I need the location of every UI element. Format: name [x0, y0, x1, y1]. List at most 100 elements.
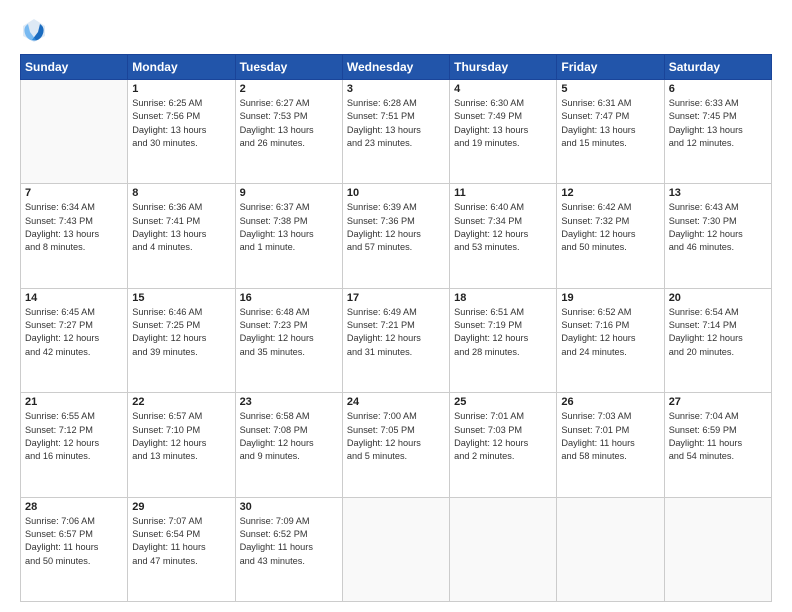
day-cell: 29 Sunrise: 7:07 AM Sunset: 6:54 PM Dayli…: [128, 497, 235, 601]
day-cell: 11 Sunrise: 6:40 AM Sunset: 7:34 PM Dayli…: [450, 184, 557, 288]
day-number: 5: [561, 83, 659, 95]
day-number: 22: [132, 396, 230, 408]
day-info: Sunrise: 6:49 AM Sunset: 7:21 PM Dayligh…: [347, 306, 445, 359]
day-number: 3: [347, 83, 445, 95]
day-cell: 16Sunrise: 6:48 AM Sunset: 7:23 PM Dayli…: [235, 288, 342, 392]
day-number: 28: [25, 501, 123, 513]
day-info: Sunrise: 7:07 AM Sunset: 6:54 PM Dayligh…: [132, 515, 230, 568]
col-header-friday: Friday: [557, 55, 664, 80]
day-number: 27: [669, 396, 767, 408]
day-cell: 17 Sunrise: 6:49 AM Sunset: 7:21 PM Dayli…: [342, 288, 449, 392]
day-info: Sunrise: 6:43 AM Sunset: 7:30 PM Dayligh…: [669, 201, 767, 254]
day-cell: 5Sunrise: 6:31 AM Sunset: 7:47 PM Daylig…: [557, 80, 664, 184]
day-info: Sunrise: 6:37 AM Sunset: 7:38 PM Dayligh…: [240, 201, 338, 254]
day-cell: 8Sunrise: 6:36 AM Sunset: 7:41 PM Daylig…: [128, 184, 235, 288]
day-cell: [664, 497, 771, 601]
day-info: Sunrise: 7:04 AM Sunset: 6:59 PM Dayligh…: [669, 410, 767, 463]
day-info: Sunrise: 6:40 AM Sunset: 7:34 PM Dayligh…: [454, 201, 552, 254]
day-cell: 1 Sunrise: 6:25 AM Sunset: 7:56 PM Daylig…: [128, 80, 235, 184]
day-cell: 25 Sunrise: 7:01 AM Sunset: 7:03 PM Dayli…: [450, 393, 557, 497]
day-cell: 18 Sunrise: 6:51 AM Sunset: 7:19 PM Dayli…: [450, 288, 557, 392]
calendar-table: SundayMondayTuesdayWednesdayThursdayFrid…: [20, 54, 772, 602]
day-info: Sunrise: 6:27 AM Sunset: 7:53 PM Dayligh…: [240, 97, 338, 150]
day-number: 4: [454, 83, 552, 95]
day-info: Sunrise: 6:57 AM Sunset: 7:10 PM Dayligh…: [132, 410, 230, 463]
column-headers: SundayMondayTuesdayWednesdayThursdayFrid…: [21, 55, 772, 80]
day-cell: 26 Sunrise: 7:03 AM Sunset: 7:01 PM Dayli…: [557, 393, 664, 497]
day-info: Sunrise: 6:46 AM Sunset: 7:25 PM Dayligh…: [132, 306, 230, 359]
col-header-saturday: Saturday: [664, 55, 771, 80]
day-info: Sunrise: 7:03 AM Sunset: 7:01 PM Dayligh…: [561, 410, 659, 463]
day-info: Sunrise: 6:54 AM Sunset: 7:14 PM Dayligh…: [669, 306, 767, 359]
day-number: 18: [454, 292, 552, 304]
day-number: 19: [561, 292, 659, 304]
day-number: 6: [669, 83, 767, 95]
day-info: Sunrise: 6:42 AM Sunset: 7:32 PM Dayligh…: [561, 201, 659, 254]
day-cell: 3 Sunrise: 6:28 AM Sunset: 7:51 PM Daylig…: [342, 80, 449, 184]
col-header-tuesday: Tuesday: [235, 55, 342, 80]
day-number: 26: [561, 396, 659, 408]
day-cell: 23 Sunrise: 6:58 AM Sunset: 7:08 PM Dayli…: [235, 393, 342, 497]
day-cell: [342, 497, 449, 601]
day-info: Sunrise: 7:01 AM Sunset: 7:03 PM Dayligh…: [454, 410, 552, 463]
day-cell: 20 Sunrise: 6:54 AM Sunset: 7:14 PM Dayli…: [664, 288, 771, 392]
day-cell: 4 Sunrise: 6:30 AM Sunset: 7:49 PM Daylig…: [450, 80, 557, 184]
day-info: Sunrise: 6:52 AM Sunset: 7:16 PM Dayligh…: [561, 306, 659, 359]
day-number: 14: [25, 292, 123, 304]
day-info: Sunrise: 6:30 AM Sunset: 7:49 PM Dayligh…: [454, 97, 552, 150]
day-number: 11: [454, 187, 552, 199]
day-cell: 22 Sunrise: 6:57 AM Sunset: 7:10 PM Dayli…: [128, 393, 235, 497]
day-number: 10: [347, 187, 445, 199]
day-number: 29: [132, 501, 230, 513]
day-cell: 19 Sunrise: 6:52 AM Sunset: 7:16 PM Dayli…: [557, 288, 664, 392]
day-number: 25: [454, 396, 552, 408]
week-row-2: 7 Sunrise: 6:34 AM Sunset: 7:43 PM Daylig…: [21, 184, 772, 288]
day-number: 20: [669, 292, 767, 304]
day-number: 30: [240, 501, 338, 513]
header: [20, 16, 772, 44]
col-header-monday: Monday: [128, 55, 235, 80]
week-row-5: 28 Sunrise: 7:06 AM Sunset: 6:57 PM Dayli…: [21, 497, 772, 601]
day-cell: 9 Sunrise: 6:37 AM Sunset: 7:38 PM Daylig…: [235, 184, 342, 288]
week-row-3: 14 Sunrise: 6:45 AM Sunset: 7:27 PM Dayli…: [21, 288, 772, 392]
day-cell: 2 Sunrise: 6:27 AM Sunset: 7:53 PM Daylig…: [235, 80, 342, 184]
day-info: Sunrise: 7:00 AM Sunset: 7:05 PM Dayligh…: [347, 410, 445, 463]
day-cell: 14 Sunrise: 6:45 AM Sunset: 7:27 PM Dayli…: [21, 288, 128, 392]
week-row-1: 1 Sunrise: 6:25 AM Sunset: 7:56 PM Daylig…: [21, 80, 772, 184]
day-info: Sunrise: 6:28 AM Sunset: 7:51 PM Dayligh…: [347, 97, 445, 150]
day-number: 8: [132, 187, 230, 199]
day-info: Sunrise: 6:55 AM Sunset: 7:12 PM Dayligh…: [25, 410, 123, 463]
day-number: 16: [240, 292, 338, 304]
day-cell: [450, 497, 557, 601]
day-cell: 27 Sunrise: 7:04 AM Sunset: 6:59 PM Dayli…: [664, 393, 771, 497]
logo-icon: [20, 16, 48, 44]
logo: [20, 16, 52, 44]
day-number: 12: [561, 187, 659, 199]
day-info: Sunrise: 6:51 AM Sunset: 7:19 PM Dayligh…: [454, 306, 552, 359]
day-cell: 15 Sunrise: 6:46 AM Sunset: 7:25 PM Dayli…: [128, 288, 235, 392]
day-cell: 6Sunrise: 6:33 AM Sunset: 7:45 PM Daylig…: [664, 80, 771, 184]
day-info: Sunrise: 6:25 AM Sunset: 7:56 PM Dayligh…: [132, 97, 230, 150]
day-number: 15: [132, 292, 230, 304]
day-number: 24: [347, 396, 445, 408]
col-header-wednesday: Wednesday: [342, 55, 449, 80]
day-cell: 7 Sunrise: 6:34 AM Sunset: 7:43 PM Daylig…: [21, 184, 128, 288]
col-header-sunday: Sunday: [21, 55, 128, 80]
day-info: Sunrise: 6:39 AM Sunset: 7:36 PM Dayligh…: [347, 201, 445, 254]
day-info: Sunrise: 6:34 AM Sunset: 7:43 PM Dayligh…: [25, 201, 123, 254]
day-cell: 30Sunrise: 7:09 AM Sunset: 6:52 PM Dayli…: [235, 497, 342, 601]
day-number: 2: [240, 83, 338, 95]
day-info: Sunrise: 6:58 AM Sunset: 7:08 PM Dayligh…: [240, 410, 338, 463]
day-cell: 21Sunrise: 6:55 AM Sunset: 7:12 PM Dayli…: [21, 393, 128, 497]
day-info: Sunrise: 6:45 AM Sunset: 7:27 PM Dayligh…: [25, 306, 123, 359]
day-number: 9: [240, 187, 338, 199]
day-cell: 10 Sunrise: 6:39 AM Sunset: 7:36 PM Dayli…: [342, 184, 449, 288]
day-number: 1: [132, 83, 230, 95]
day-number: 23: [240, 396, 338, 408]
day-number: 17: [347, 292, 445, 304]
day-cell: 24 Sunrise: 7:00 AM Sunset: 7:05 PM Dayli…: [342, 393, 449, 497]
day-number: 13: [669, 187, 767, 199]
day-number: 7: [25, 187, 123, 199]
week-row-4: 21Sunrise: 6:55 AM Sunset: 7:12 PM Dayli…: [21, 393, 772, 497]
day-info: Sunrise: 7:06 AM Sunset: 6:57 PM Dayligh…: [25, 515, 123, 568]
